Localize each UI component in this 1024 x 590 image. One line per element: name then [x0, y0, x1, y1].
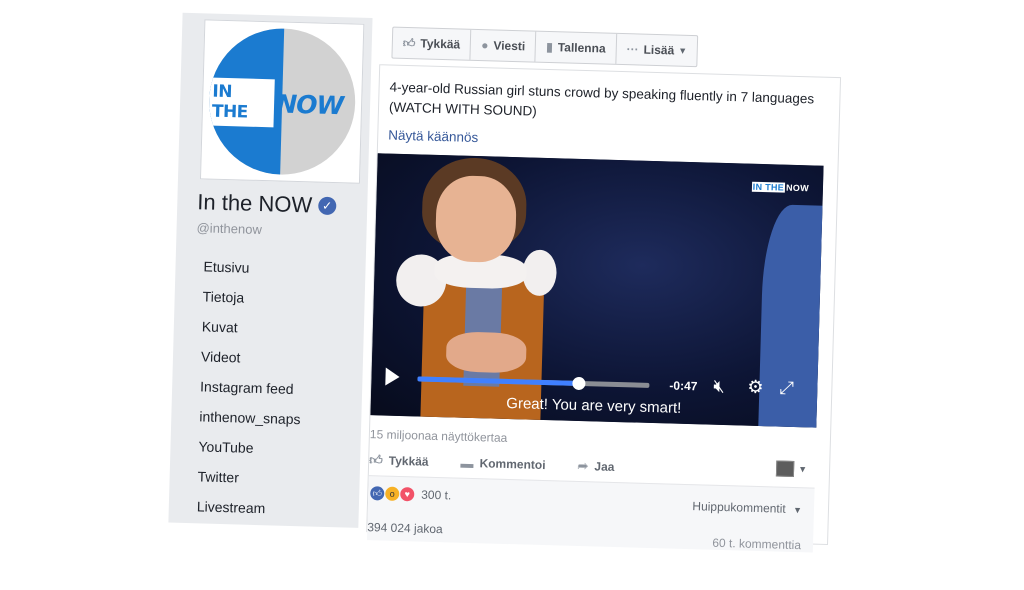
avatar: [775, 460, 795, 478]
post-text: 4-year-old Russian girl stuns crowd by s…: [388, 79, 815, 119]
page-profile-picture[interactable]: IN THE NOW: [199, 19, 365, 184]
reaction-count: 300 t.: [421, 487, 452, 503]
video-progress-fill: [417, 376, 579, 386]
play-icon[interactable]: [385, 367, 400, 386]
share-count[interactable]: 394 024 jakoa: [367, 520, 443, 536]
page-action-bar: 👍︎ Tykkää ● Viesti ▮ Tallenna ··· Lisää …: [391, 26, 699, 68]
chevron-down-icon: ▼: [798, 464, 808, 475]
post-summary: 👍︎ o ♥ 300 t. Huippukommentit ▼ 394 024 …: [366, 475, 815, 553]
like-reaction-icon: 👍︎: [370, 486, 385, 501]
reactions-summary[interactable]: 👍︎ o ♥ 300 t.: [370, 486, 451, 502]
page-handle: @inthenow: [196, 220, 263, 238]
logo-text-in-the: IN THE: [208, 77, 276, 128]
page-nav: Etusivu Tietoja Kuvat Videot Instagram f…: [188, 251, 305, 524]
page-sidebar: IN THE NOW In the NOW ✓ @inthenow Etusiv…: [168, 12, 373, 528]
nav-item-videot[interactable]: Videot: [193, 341, 303, 374]
page-title: In the NOW ✓: [197, 189, 337, 219]
bookmark-icon: ▮: [546, 39, 554, 55]
chevron-down-icon: ▼: [792, 504, 803, 516]
nav-item-twitter[interactable]: Twitter: [189, 461, 299, 494]
nav-item-youtube[interactable]: YouTube: [190, 431, 300, 464]
thumbs-up-icon: 👍︎: [368, 452, 384, 468]
comment-button[interactable]: ▬ Kommentoi: [460, 455, 545, 472]
view-count: 15 miljoonaa näyttökertaa: [369, 427, 508, 445]
nav-item-kuvat[interactable]: Kuvat: [193, 311, 303, 344]
love-reaction-icon: ♥: [400, 487, 415, 502]
thumbs-up-icon: 👍︎: [402, 35, 416, 50]
nav-item-livestream[interactable]: Livestream: [188, 491, 298, 524]
more-button[interactable]: ··· Lisää ▼: [616, 34, 697, 66]
fullscreen-icon[interactable]: ⤢: [779, 378, 794, 399]
video-progress-bar[interactable]: [417, 376, 650, 388]
share-arrow-icon: ➦: [577, 457, 589, 474]
comment-count[interactable]: 60 t. kommenttia: [712, 536, 801, 552]
time-remaining: -0:47: [669, 378, 698, 394]
mute-icon[interactable]: 🔇︎: [713, 376, 725, 397]
share-button[interactable]: ➦ Jaa: [577, 458, 614, 475]
page-like-button[interactable]: 👍︎ Tykkää: [392, 27, 472, 60]
video-watermark: IN THE NOW: [751, 181, 810, 194]
post-as-selector[interactable]: ▼: [775, 460, 808, 478]
progress-scrubber-handle[interactable]: [572, 376, 586, 391]
see-translation-link[interactable]: Näytä käännös: [388, 128, 478, 146]
in-the-now-logo: IN THE NOW: [207, 26, 358, 177]
messenger-icon: ●: [480, 38, 489, 53]
ellipsis-icon: ···: [626, 42, 639, 57]
top-comments-dropdown[interactable]: Huippukommentit ▼: [692, 499, 802, 516]
nav-item-instagram-feed[interactable]: Instagram feed: [192, 371, 302, 404]
video-player[interactable]: IN THE NOW -0:47 🔇︎ ⚙ ⤢ Great! You are ve…: [370, 153, 824, 428]
logo-text-now: NOW: [275, 88, 344, 120]
verified-badge-icon: ✓: [317, 196, 337, 216]
nav-item-tietoja[interactable]: Tietoja: [194, 281, 304, 314]
screenshot-scene: IN THE NOW In the NOW ✓ @inthenow Etusiv…: [0, 0, 1024, 590]
post-like-button[interactable]: 👍︎ Tykkää: [369, 452, 429, 470]
settings-gear-icon[interactable]: ⚙: [747, 377, 764, 398]
nav-item-etusivu[interactable]: Etusivu: [195, 251, 305, 284]
chevron-down-icon: ▼: [678, 45, 688, 56]
page-name-text: In the NOW: [196, 189, 313, 218]
wow-reaction-icon: o: [385, 486, 400, 501]
nav-item-inthenow-snaps[interactable]: inthenow_snaps: [191, 401, 301, 434]
comment-icon: ▬: [460, 455, 474, 471]
post-card: 4-year-old Russian girl stuns crowd by s…: [366, 64, 842, 553]
save-button[interactable]: ▮ Tallenna: [535, 31, 618, 64]
message-button[interactable]: ● Viesti: [470, 29, 537, 62]
